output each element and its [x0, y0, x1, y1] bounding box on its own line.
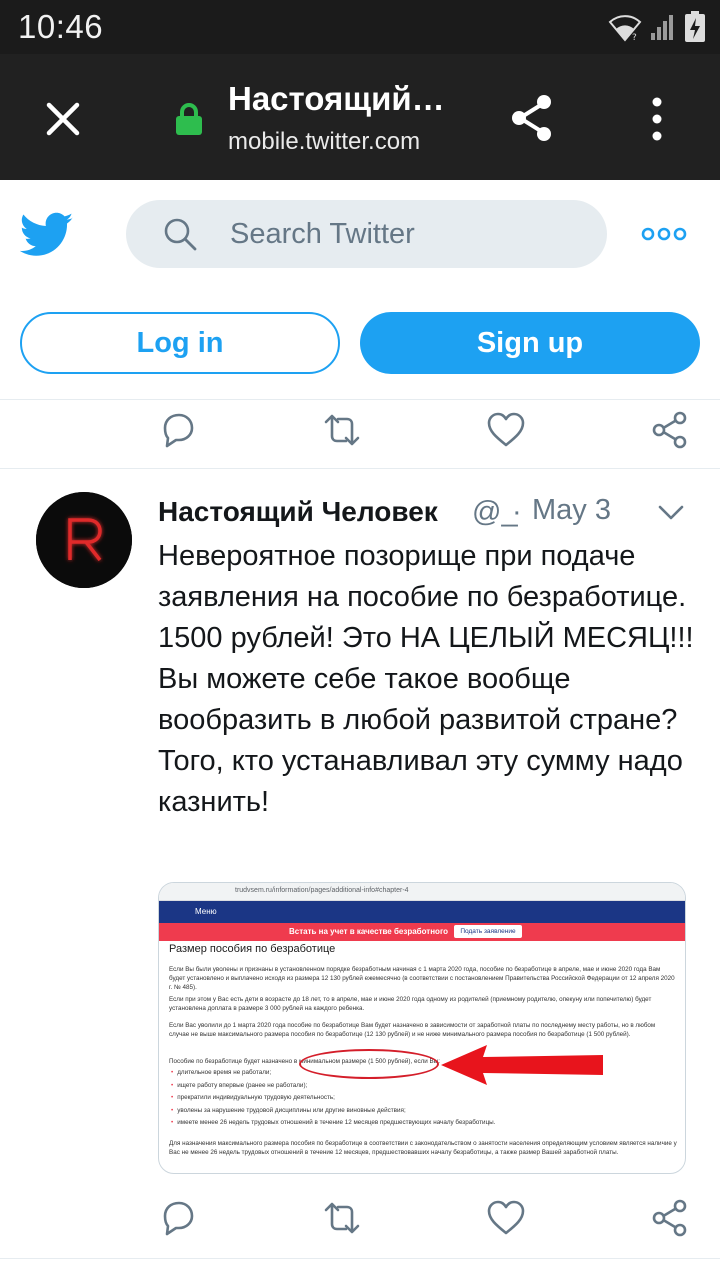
- media-banner-text: Встать на учет в качестве безработного: [289, 927, 449, 936]
- red-arrow-icon: [441, 1045, 603, 1085]
- tweet-media-image[interactable]: trudvsem.ru/information/pages/additional…: [158, 882, 686, 1174]
- screen: 10:46 ? Настоящий… mobile.twitter.com Se…: [0, 0, 720, 1280]
- status-bar: 10:46 ?: [0, 0, 720, 54]
- retweet-icon[interactable]: [322, 1198, 362, 1238]
- svg-text:?: ?: [632, 33, 637, 42]
- tweet-text: Невероятное позорище при подаче заявлени…: [158, 540, 694, 818]
- reply-icon[interactable]: [158, 1198, 198, 1238]
- wifi-icon: ?: [608, 15, 642, 42]
- media-heading: Размер пособия по безработице: [169, 943, 336, 955]
- search-icon: [164, 218, 197, 251]
- divider: [0, 468, 720, 469]
- highlight-ellipse: [299, 1049, 439, 1079]
- status-icons: ?: [608, 10, 706, 44]
- twitter-logo-icon[interactable]: [20, 212, 74, 258]
- retweet-icon[interactable]: [322, 410, 362, 450]
- media-nav: Меню: [159, 901, 685, 923]
- media-paragraph: Для назначения максимального размера пос…: [169, 1140, 677, 1156]
- share-icon[interactable]: [508, 92, 556, 144]
- signup-button[interactable]: Sign up: [360, 312, 700, 374]
- tweet-author-handle[interactable]: @_: [472, 496, 518, 529]
- list-item: уволены за нарушение трудовой дисциплины…: [171, 1105, 671, 1118]
- tweet-actions: [0, 1188, 720, 1252]
- battery-charging-icon: [685, 11, 705, 42]
- list-item: имеете менее 26 недель трудовых отношени…: [171, 1117, 671, 1130]
- avatar[interactable]: [36, 492, 132, 588]
- like-icon[interactable]: [486, 1198, 526, 1238]
- more-horizontal-icon[interactable]: [640, 222, 688, 246]
- tweet-date[interactable]: May 3: [532, 494, 611, 527]
- previous-tweet-actions: [0, 400, 720, 464]
- signal-icon: [651, 15, 673, 40]
- tweet-author-name[interactable]: Настоящий Человек: [158, 496, 438, 528]
- browser-toolbar: Настоящий… mobile.twitter.com: [0, 54, 720, 180]
- media-menu: Меню: [195, 907, 217, 916]
- close-icon[interactable]: [40, 96, 86, 142]
- page-url: mobile.twitter.com: [228, 128, 421, 155]
- reply-icon[interactable]: [158, 410, 198, 450]
- separator: ·: [512, 496, 522, 528]
- more-vert-icon[interactable]: [642, 94, 672, 144]
- like-icon[interactable]: [486, 410, 526, 450]
- divider: [0, 1258, 720, 1259]
- list-item: прекратили индивидуальную трудовую деяте…: [171, 1092, 671, 1105]
- lock-icon[interactable]: [174, 102, 204, 136]
- media-browser-bar: trudvsem.ru/information/pages/additional…: [159, 883, 685, 901]
- status-time: 10:46: [18, 8, 104, 45]
- media-paragraph: Если Вас уволили до 1 марта 2020 года по…: [169, 1022, 656, 1038]
- login-button[interactable]: Log in: [20, 312, 340, 374]
- avatar-logo-icon: [36, 492, 132, 588]
- share-icon[interactable]: [650, 1198, 690, 1238]
- share-icon[interactable]: [650, 410, 690, 450]
- media-paragraph: Если при этом у Вас есть дети в возрасте…: [169, 996, 652, 1012]
- search-input[interactable]: [230, 200, 590, 268]
- chevron-down-icon[interactable]: [656, 500, 686, 524]
- media-paragraph: Если Вы были уволены и признаны в устано…: [169, 966, 675, 991]
- media-url: trudvsem.ru/information/pages/additional…: [235, 887, 409, 894]
- media-banner-button: Подать заявление: [454, 925, 522, 938]
- search-bar[interactable]: [126, 200, 607, 268]
- media-banner: Встать на учет в качестве безработного П…: [159, 923, 685, 941]
- twitter-header: Log in Sign up: [0, 180, 720, 400]
- page-title: Настоящий…: [228, 80, 445, 117]
